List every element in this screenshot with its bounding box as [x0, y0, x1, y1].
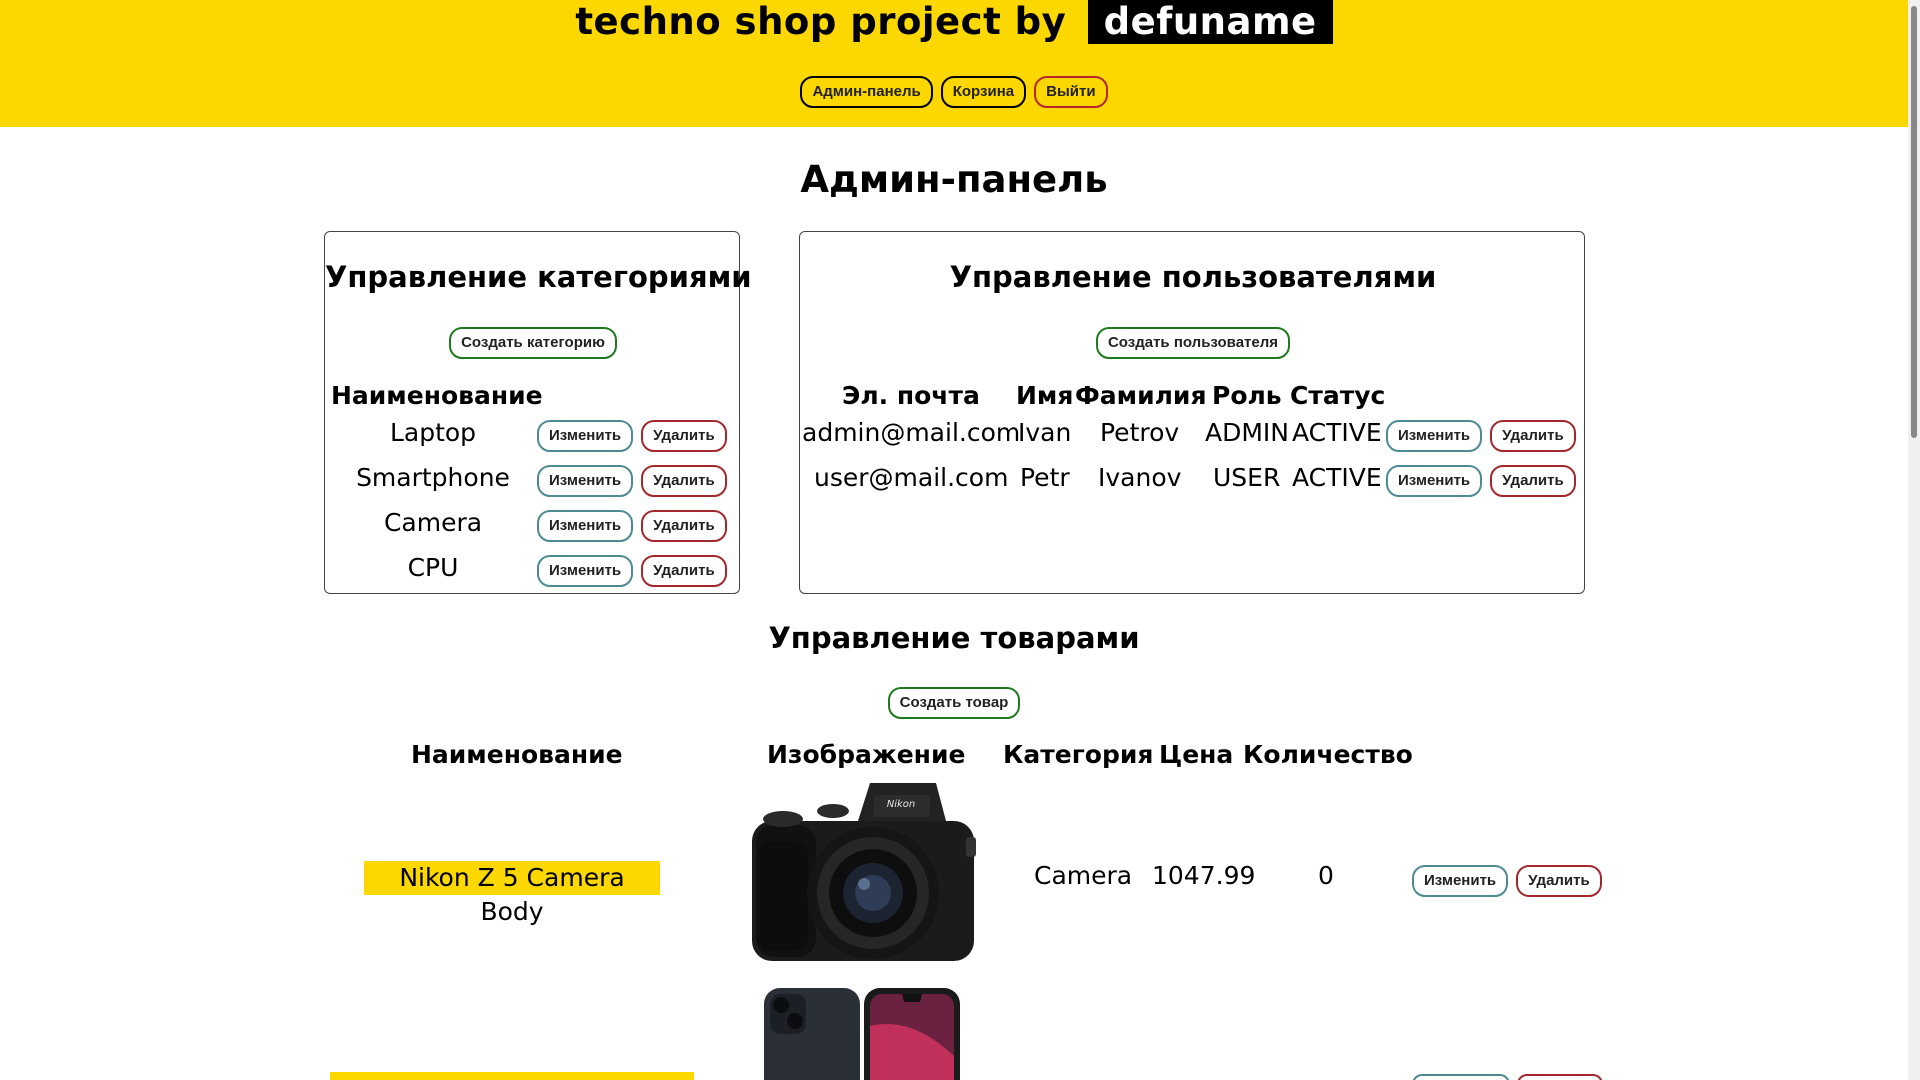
page-scrollbar[interactable]: [1908, 0, 1920, 1080]
nav-cart-button[interactable]: Корзина: [940, 76, 1027, 108]
users-panel: Управление пользователями Создать пользо…: [799, 231, 1585, 594]
camera-photo-icon: Nikon: [746, 771, 980, 971]
users-title: Управление пользователями: [949, 260, 1437, 294]
users-col-role: Роль: [1212, 381, 1282, 410]
site-header: techno shop project by defuname Админ-па…: [0, 0, 1908, 127]
brand-prefix: techno shop project by: [575, 0, 1067, 43]
product-edit-button-partial[interactable]: [1412, 1074, 1510, 1080]
create-user-button[interactable]: Создать пользователя: [1095, 327, 1291, 359]
user-first-name: Ivan: [1018, 418, 1072, 447]
svg-text:Nikon: Nikon: [887, 799, 916, 810]
users-col-email: Эл. почта: [842, 381, 980, 410]
products-col-category: Категория: [1003, 740, 1154, 769]
products-col-price: Цена: [1159, 740, 1234, 769]
user-email: admin@mail.com: [802, 418, 1021, 447]
category-delete-button[interactable]: Удалить: [641, 555, 727, 587]
category-delete-button[interactable]: Удалить: [641, 420, 727, 452]
category-name: Camera: [383, 508, 483, 537]
users-col-last-name: Фамилия: [1075, 381, 1207, 410]
category-edit-button[interactable]: Изменить: [537, 420, 634, 452]
brand-name: defuname: [1087, 0, 1333, 44]
nav-bar: Админ-панель Корзина Выйти: [0, 76, 1908, 108]
category-name: Smartphone: [356, 463, 510, 492]
category-name: Laptop: [389, 418, 477, 447]
user-last-name: Petrov: [1100, 418, 1180, 447]
users-col-first-name: Имя: [1016, 381, 1074, 410]
user-role: ADMIN: [1205, 418, 1289, 447]
user-role: USER: [1213, 463, 1281, 492]
category-name: CPU: [407, 553, 459, 582]
page: techno shop project by defuname Админ-па…: [0, 0, 1920, 1080]
product-name: Nikon Z 5 Camera Body: [364, 861, 660, 926]
product-edit-button[interactable]: Изменить: [1412, 865, 1509, 897]
categories-title: Управление категориями: [325, 260, 752, 294]
user-delete-button[interactable]: Удалить: [1490, 420, 1576, 452]
product-price: 1047.99: [1152, 861, 1256, 890]
products-title: Управление товарами: [768, 621, 1140, 655]
users-col-status: Статус: [1290, 381, 1386, 410]
product-quantity: 0: [1318, 861, 1334, 890]
create-category-button[interactable]: Создать категорию: [449, 327, 617, 359]
product-category: Camera: [1034, 861, 1133, 890]
user-edit-button[interactable]: Изменить: [1386, 465, 1483, 497]
product-name-partial: [330, 1072, 694, 1080]
user-last-name: Ivanov: [1098, 463, 1182, 492]
products-col-quantity: Количество: [1243, 740, 1413, 769]
user-first-name: Petr: [1020, 463, 1070, 492]
category-edit-button[interactable]: Изменить: [537, 510, 634, 542]
category-delete-button[interactable]: Удалить: [641, 510, 727, 542]
user-status: ACTIVE: [1292, 463, 1382, 492]
create-product-button[interactable]: Создать товар: [887, 687, 1021, 719]
nav-admin-panel-button[interactable]: Админ-панель: [800, 76, 933, 108]
nav-logout-button[interactable]: Выйти: [1034, 76, 1108, 108]
products-col-image: Изображение: [767, 740, 966, 769]
user-status: ACTIVE: [1292, 418, 1382, 447]
product-delete-button-partial[interactable]: [1517, 1074, 1603, 1080]
category-edit-button[interactable]: Изменить: [537, 465, 634, 497]
user-delete-button[interactable]: Удалить: [1490, 465, 1576, 497]
categories-panel: Управление категориями Создать категорию…: [324, 231, 752, 594]
product-delete-button[interactable]: Удалить: [1516, 865, 1602, 897]
user-email: user@mail.com: [814, 463, 1009, 492]
category-edit-button[interactable]: Изменить: [537, 555, 634, 587]
categories-col-name: Наименование: [331, 381, 543, 410]
page-title: Админ-панель: [800, 158, 1108, 201]
category-delete-button[interactable]: Удалить: [641, 465, 727, 497]
brand-title: techno shop project by defuname: [0, 0, 1908, 44]
products-col-name: Наименование: [411, 740, 623, 769]
smartphone-photo-icon: [762, 986, 962, 1080]
user-edit-button[interactable]: Изменить: [1386, 420, 1483, 452]
scrollbar-thumb[interactable]: [1911, 6, 1917, 438]
